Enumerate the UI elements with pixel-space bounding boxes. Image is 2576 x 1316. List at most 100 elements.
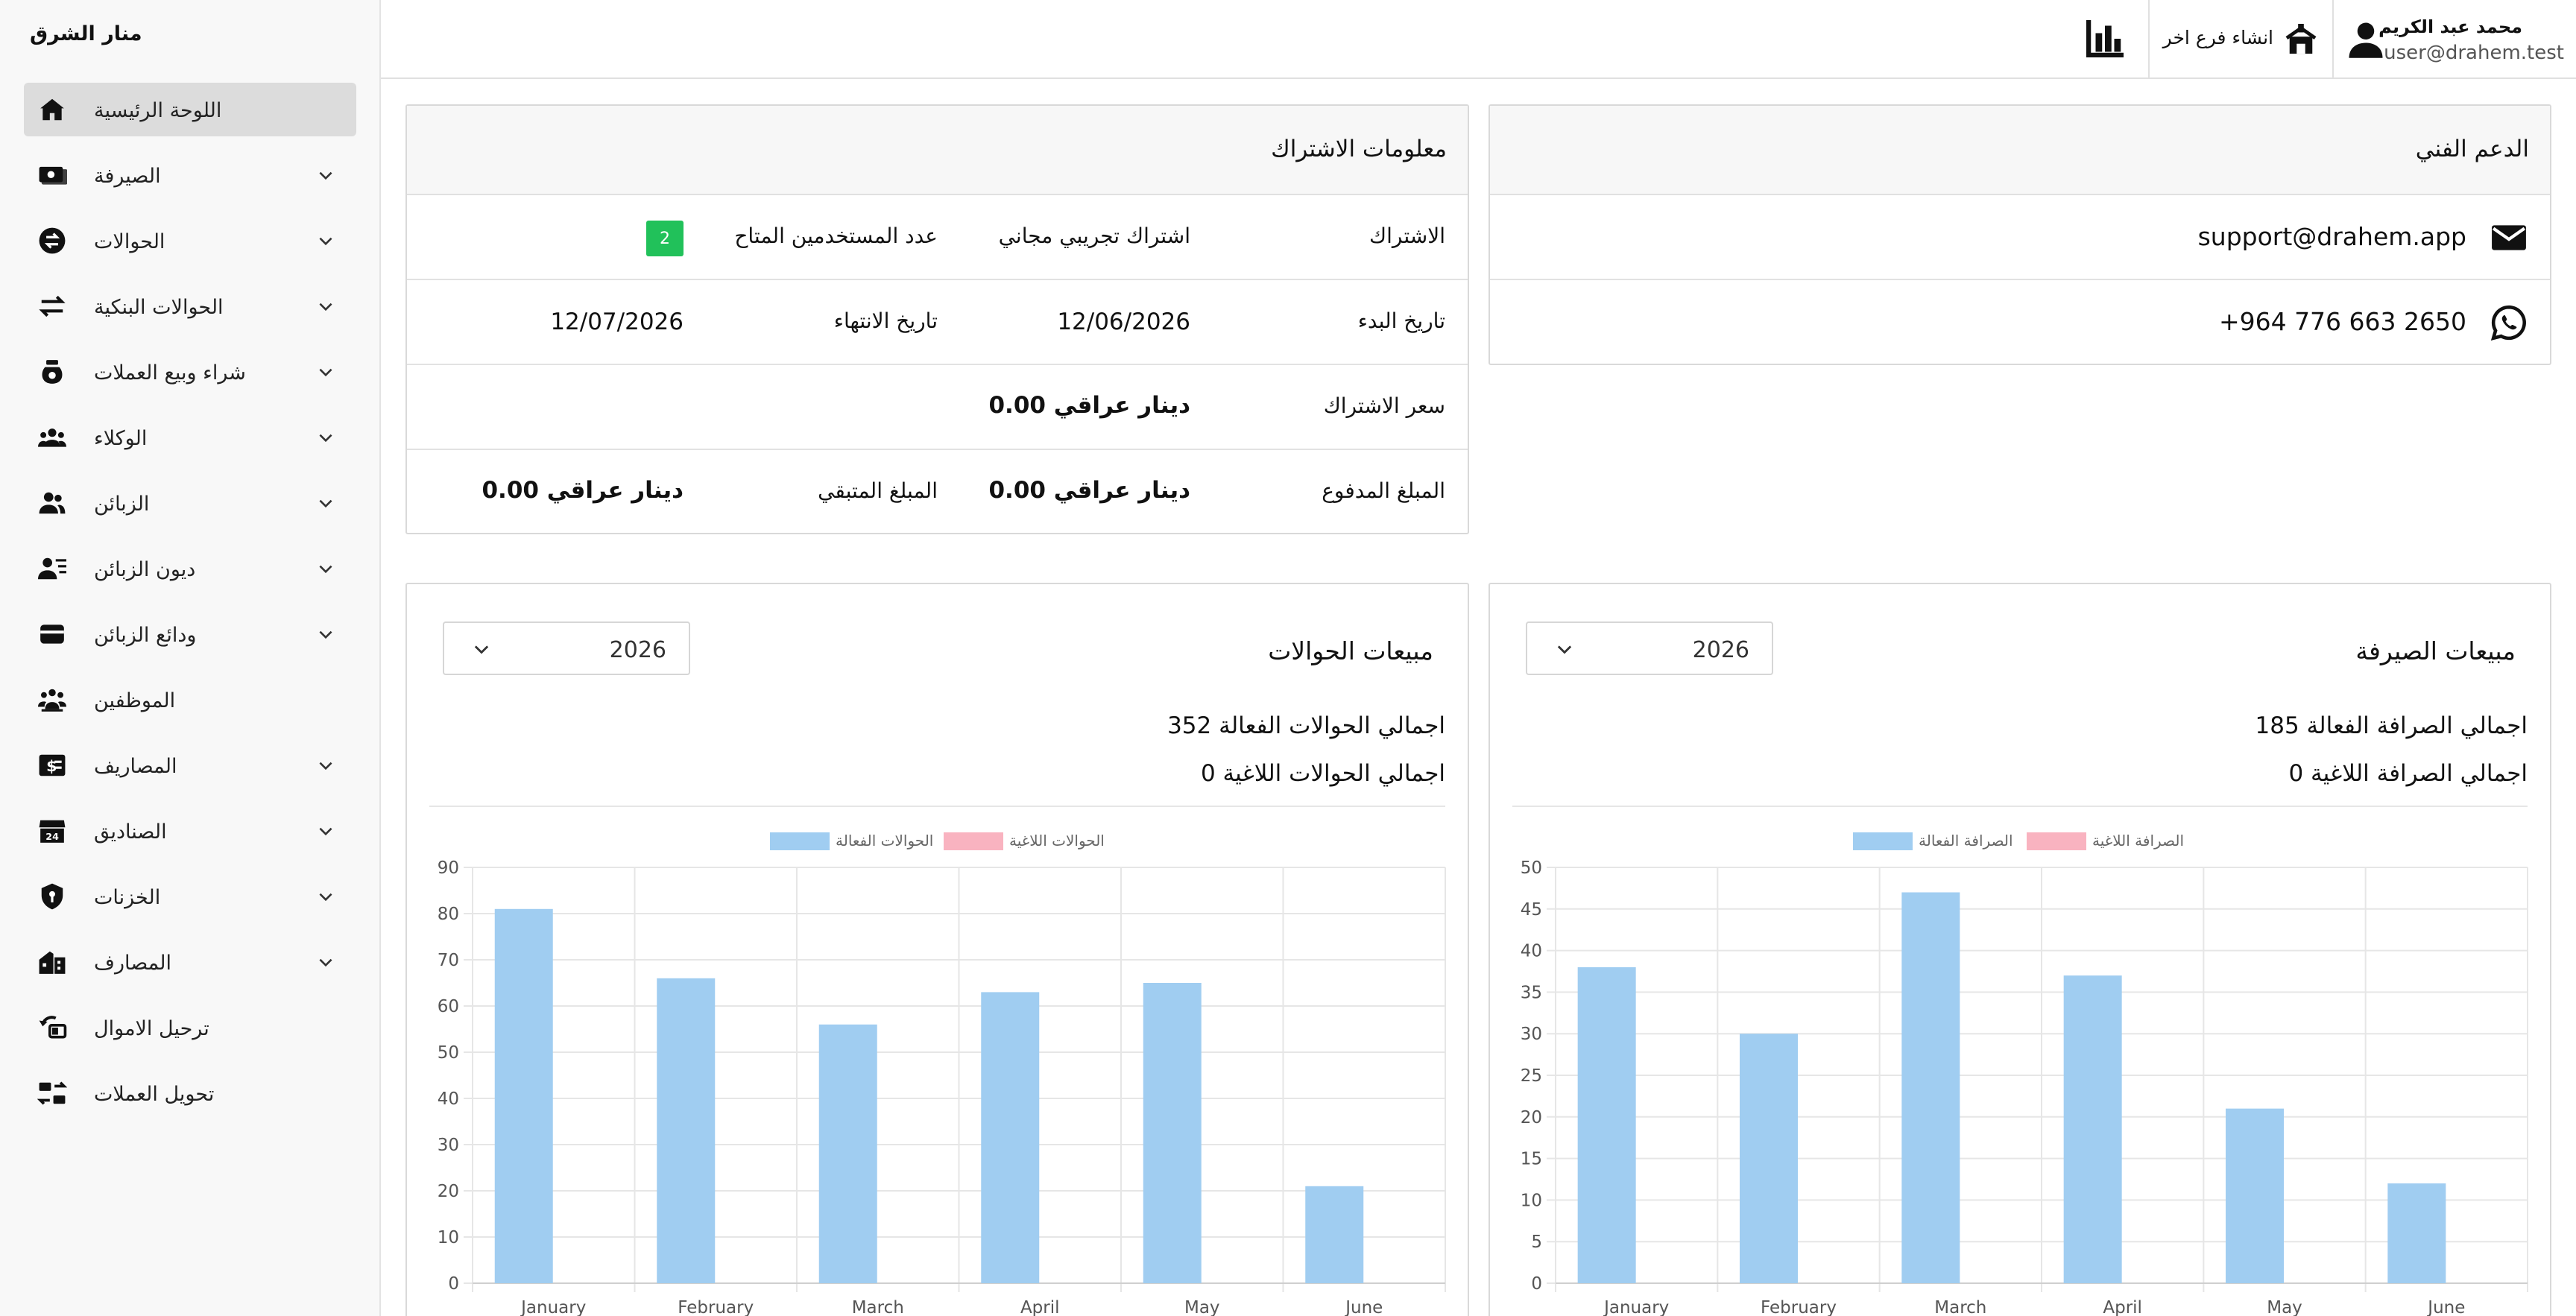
sidebar-item-label: ترحيل الاموال	[94, 1017, 209, 1040]
chevron-down-icon	[474, 645, 489, 654]
money-icon	[39, 166, 67, 185]
y-tick-label: 5	[1531, 1233, 1542, 1252]
transfers-year-select[interactable]: 2026	[443, 621, 690, 675]
sidebar-item[interactable]: الحوالات	[24, 214, 356, 268]
sidebar-item[interactable]: ودائع الزبائن	[24, 607, 356, 661]
chevron-down-icon[interactable]	[316, 888, 335, 907]
y-tick-label: 25	[1521, 1066, 1542, 1086]
sidebar-item[interactable]: المصارف	[24, 935, 356, 989]
support-card: الدعم الفني support@drahem.app +964 776 …	[1489, 104, 2551, 365]
stats-chart-icon[interactable]	[2083, 16, 2127, 61]
sidebar-item[interactable]: الخزنات	[24, 870, 356, 923]
chevron-down-icon[interactable]	[316, 428, 335, 448]
legend-label-active: الحوالات الفعالة	[836, 832, 934, 850]
sidebar-item-label: تحويل العملات	[94, 1083, 215, 1106]
legend-swatch-cancelled	[2027, 832, 2086, 850]
sidebar-item-label: الموظفين	[94, 689, 176, 712]
chevron-down-icon[interactable]	[316, 560, 335, 579]
price-value: 0.00 دينار عراقي	[988, 392, 1190, 419]
sidebar-item[interactable]: الصيرفة	[24, 148, 356, 202]
sidebar-item-label: الزبائن	[94, 493, 150, 516]
x-tick-label: March	[1934, 1298, 1986, 1316]
bar-active[interactable]	[1143, 983, 1202, 1283]
sidebar-item[interactable]: تحويل العملات	[24, 1066, 356, 1120]
create-branch-button[interactable]: انشاء فرع اخر	[2150, 0, 2332, 77]
chevron-down-icon[interactable]	[316, 756, 335, 776]
bar-active[interactable]	[2226, 1108, 2284, 1283]
y-tick-label: 10	[1521, 1191, 1542, 1210]
bar-active[interactable]	[1305, 1186, 1364, 1283]
subscription-card-title: معلومات الاشتراك	[1271, 136, 1447, 162]
bar-active[interactable]	[657, 978, 716, 1283]
y-tick-label: 50	[438, 1043, 459, 1063]
sidebar-item[interactable]: شراء وبيع العملات	[24, 345, 356, 399]
expenses-icon: $	[39, 754, 66, 776]
bar-active[interactable]	[981, 992, 1040, 1283]
x-tick-label: April	[2103, 1298, 2142, 1316]
y-tick-label: 45	[1521, 900, 1542, 920]
transfer-circle-icon	[39, 227, 66, 254]
sidebar-item-label: المصاريف	[94, 755, 177, 778]
bar-active[interactable]	[2063, 975, 2122, 1283]
transfers-bar-chart: 0 10 20 30 40 50 60 70 80 90 January February March A…	[438, 860, 1446, 1316]
bar-active[interactable]	[818, 1024, 877, 1283]
chevron-down-icon[interactable]	[316, 297, 335, 317]
sidebar-item[interactable]: الموظفين	[24, 673, 356, 727]
chevron-down-icon[interactable]	[316, 232, 335, 251]
home-icon	[40, 98, 64, 121]
user-menu[interactable]: محمد عبد الكريم user@drahem.test	[2334, 0, 2576, 77]
exchange-total-cancelled: اجمالي الصرافة اللاغية 0	[2288, 760, 2528, 787]
transfers-total-cancelled: اجمالي الحوالات اللاغية 0	[1200, 760, 1445, 787]
subscription-card-header: معلومات الاشتراك	[407, 106, 1468, 195]
sidebar-item[interactable]: 24 الصناديق	[24, 804, 356, 858]
sidebar-item[interactable]: ترحيل الاموال	[24, 1001, 356, 1054]
support-email[interactable]: support@drahem.app	[2198, 222, 2466, 251]
y-tick-label: 30	[438, 1136, 459, 1155]
chevron-down-icon[interactable]	[316, 625, 335, 645]
sidebar-item-label: ديون الزبائن	[94, 558, 196, 581]
end-date-label: تاريخ الانتهاء	[833, 309, 938, 333]
transfers-year-value: 2026	[609, 637, 666, 663]
support-phone[interactable]: +964 776 663 2650	[2219, 307, 2466, 336]
support-email-row: support@drahem.app	[1490, 195, 2550, 280]
sidebar-item-label: المصارف	[94, 952, 172, 975]
chevron-down-icon[interactable]	[316, 166, 335, 186]
sidebar-item-label: الصناديق	[94, 820, 167, 844]
payment-row: المبلغ المدفوع 0.00 دينار عراقي المبلغ ا…	[407, 450, 1468, 535]
sidebar-item[interactable]: $ المصاريف	[24, 738, 356, 792]
shield-icon	[41, 883, 63, 910]
chevron-down-icon[interactable]	[316, 822, 335, 841]
user-email: user@drahem.test	[2384, 42, 2564, 64]
legend-label-active: الصرافة الفعالة	[1919, 832, 2013, 850]
exchange-year-select[interactable]: 2026	[1526, 621, 1773, 675]
bar-active[interactable]	[1740, 1034, 1798, 1283]
sidebar-item[interactable]: الزبائن	[24, 476, 356, 530]
y-tick-label: 0	[1531, 1274, 1542, 1294]
bar-active[interactable]	[2387, 1183, 2446, 1283]
customer-debts-icon	[38, 557, 66, 580]
bar-active[interactable]	[1577, 967, 1636, 1283]
bank-building-icon	[39, 951, 66, 974]
sidebar-item[interactable]: الحوالات البنكية	[24, 279, 356, 333]
sidebar-item[interactable]: اللوحة الرئيسية	[24, 83, 356, 136]
legend-label-cancelled: الحوالات اللاغية	[1009, 832, 1105, 850]
sidebar-item-label: الحوالات	[94, 230, 165, 253]
y-tick-label: 35	[1521, 983, 1542, 1002]
bar-active[interactable]	[1901, 892, 1960, 1283]
transfers-total-active: اجمالي الحوالات الفعالة 352	[1167, 712, 1445, 739]
chevron-down-icon[interactable]	[316, 363, 335, 382]
x-tick-label: February	[678, 1298, 754, 1316]
users-count-badge: 2	[646, 221, 684, 256]
sidebar-item[interactable]: الوكلاء	[24, 411, 356, 464]
chevron-down-icon[interactable]	[316, 953, 335, 972]
chevron-down-icon[interactable]	[316, 494, 335, 513]
customers-icon	[39, 492, 66, 514]
chevron-down-icon	[1557, 645, 1572, 654]
sidebar-item-label: ودائع الزبائن	[94, 624, 197, 647]
bar-active[interactable]	[494, 908, 553, 1283]
user-name: محمد عبد الكريم	[2378, 16, 2522, 37]
y-tick-label: 80	[438, 905, 459, 924]
sidebar-item[interactable]: ديون الزبائن	[24, 542, 356, 595]
remaining-label: المبلغ المتبقي	[818, 478, 938, 503]
legend-label-cancelled: الصرافة اللاغية	[2092, 832, 2185, 850]
